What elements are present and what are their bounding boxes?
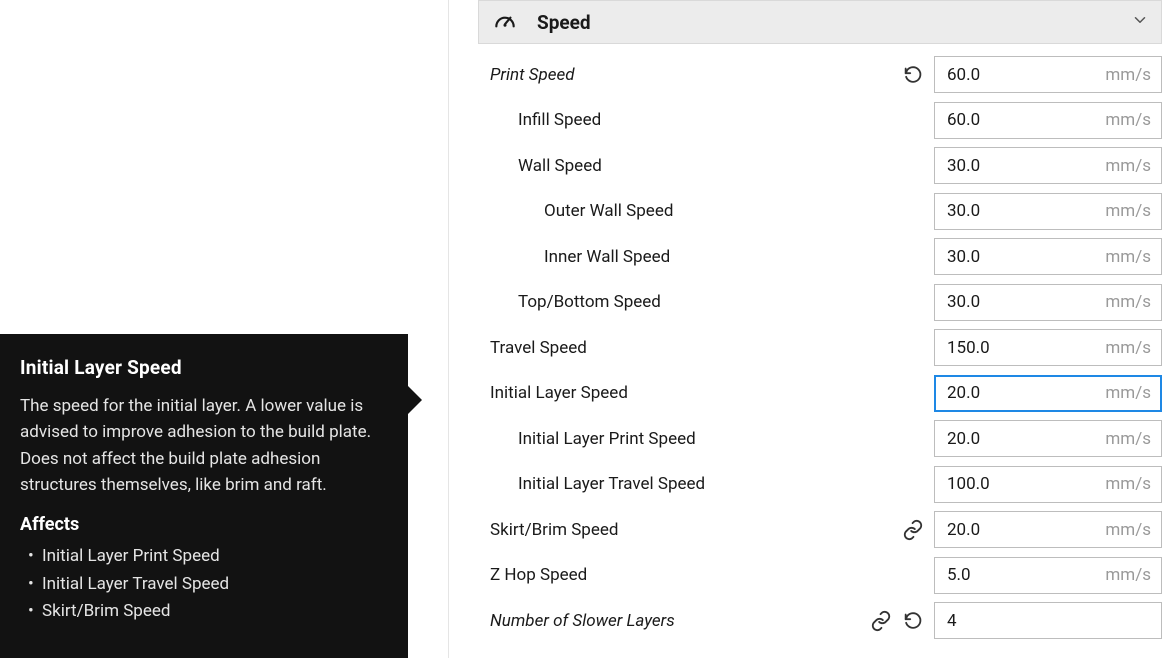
value-input[interactable]: 5.0 mm/s — [934, 557, 1162, 594]
row-skirt-brim-speed: Skirt/Brim Speed 20.0 mm/s — [478, 507, 1162, 553]
input-unit: mm/s — [1105, 383, 1151, 403]
row-travel-speed: Travel Speed 150.0 mm/s — [478, 325, 1162, 371]
tooltip-affects-list: Initial Layer Print Speed Initial Layer … — [20, 543, 388, 625]
setting-label: Outer Wall Speed — [544, 201, 673, 221]
setting-label: Initial Layer Print Speed — [518, 429, 696, 449]
row-initial-print-speed: Initial Layer Print Speed 20.0 mm/s — [478, 416, 1162, 462]
input-value: 150.0 — [947, 338, 990, 358]
value-input[interactable]: 30.0 mm/s — [934, 238, 1162, 275]
setting-label: Inner Wall Speed — [544, 247, 670, 267]
input-value: 4 — [947, 611, 957, 631]
value-input[interactable]: 100.0 mm/s — [934, 466, 1162, 503]
row-initial-travel-speed: Initial Layer Travel Speed 100.0 mm/s — [478, 462, 1162, 508]
setting-tooltip: Initial Layer Speed The speed for the in… — [0, 334, 408, 658]
reset-icon[interactable] — [902, 610, 924, 632]
value-input[interactable]: 20.0 mm/s — [934, 420, 1162, 457]
input-value: 30.0 — [947, 156, 980, 176]
value-input[interactable]: 30.0 mm/s — [934, 193, 1162, 230]
settings-panel: Speed Print Speed 60.0 mm/s Infill Speed… — [478, 0, 1162, 644]
setting-label: Print Speed — [490, 65, 575, 85]
link-icon[interactable] — [902, 519, 924, 541]
value-input[interactable]: 150.0 mm/s — [934, 329, 1162, 366]
setting-label: Skirt/Brim Speed — [490, 520, 618, 540]
input-unit: mm/s — [1105, 520, 1151, 540]
value-input[interactable]: 30.0 mm/s — [934, 284, 1162, 321]
setting-label: Wall Speed — [518, 156, 602, 176]
row-top-bottom-speed: Top/Bottom Speed 30.0 mm/s — [478, 280, 1162, 326]
setting-label: Initial Layer Speed — [490, 383, 628, 403]
input-value: 20.0 — [947, 520, 980, 540]
setting-label: Infill Speed — [518, 110, 601, 130]
setting-label: Z Hop Speed — [490, 565, 587, 585]
row-wall-speed: Wall Speed 30.0 mm/s — [478, 143, 1162, 189]
value-input[interactable]: 30.0 mm/s — [934, 147, 1162, 184]
chevron-down-icon — [1131, 11, 1149, 34]
input-value: 30.0 — [947, 201, 980, 221]
input-unit: mm/s — [1105, 565, 1151, 585]
value-input[interactable]: 20.0 mm/s — [934, 511, 1162, 548]
tooltip-affects-item: Initial Layer Print Speed — [20, 543, 388, 570]
tooltip-title: Initial Layer Speed — [20, 356, 388, 379]
input-unit: mm/s — [1105, 292, 1151, 312]
row-outer-wall-speed: Outer Wall Speed 30.0 mm/s — [478, 189, 1162, 235]
row-z-hop-speed: Z Hop Speed 5.0 mm/s — [478, 553, 1162, 599]
input-value: 60.0 — [947, 110, 980, 130]
row-infill-speed: Infill Speed 60.0 mm/s — [478, 98, 1162, 144]
value-input[interactable]: 4 — [934, 602, 1162, 639]
tooltip-affects-item: Skirt/Brim Speed — [20, 598, 388, 625]
reset-icon[interactable] — [902, 64, 924, 86]
setting-label: Initial Layer Travel Speed — [518, 474, 705, 494]
input-unit: mm/s — [1105, 65, 1151, 85]
input-unit: mm/s — [1105, 247, 1151, 267]
settings-rows: Print Speed 60.0 mm/s Infill Speed 60.0 … — [478, 52, 1162, 644]
section-header-speed[interactable]: Speed — [478, 0, 1162, 44]
input-value: 30.0 — [947, 292, 980, 312]
row-initial-layer-speed: Initial Layer Speed 20.0 mm/s — [478, 371, 1162, 417]
value-input[interactable]: 20.0 mm/s — [934, 375, 1162, 412]
input-value: 20.0 — [947, 383, 980, 403]
input-value: 30.0 — [947, 247, 980, 267]
setting-label: Top/Bottom Speed — [518, 292, 661, 312]
setting-label: Number of Slower Layers — [490, 611, 675, 631]
tooltip-affects-heading: Affects — [20, 514, 388, 535]
input-unit: mm/s — [1105, 156, 1151, 176]
input-value: 20.0 — [947, 429, 980, 449]
value-input[interactable]: 60.0 mm/s — [934, 102, 1162, 139]
input-unit: mm/s — [1105, 429, 1151, 449]
tooltip-arrow — [406, 384, 422, 416]
setting-label: Travel Speed — [490, 338, 587, 358]
tooltip-description: The speed for the initial layer. A lower… — [20, 393, 388, 498]
input-unit: mm/s — [1105, 201, 1151, 221]
input-value: 5.0 — [947, 565, 971, 585]
input-unit: mm/s — [1105, 110, 1151, 130]
row-inner-wall-speed: Inner Wall Speed 30.0 mm/s — [478, 234, 1162, 280]
input-value: 60.0 — [947, 65, 980, 85]
input-value: 100.0 — [947, 474, 990, 494]
section-title: Speed — [537, 11, 1131, 34]
speedometer-icon — [491, 9, 519, 35]
link-icon[interactable] — [870, 610, 892, 632]
value-input[interactable]: 60.0 mm/s — [934, 56, 1162, 93]
row-slower-layers: Number of Slower Layers 4 — [478, 598, 1162, 644]
tooltip-affects-item: Initial Layer Travel Speed — [20, 571, 388, 598]
divider — [448, 0, 449, 658]
input-unit: mm/s — [1105, 338, 1151, 358]
input-unit: mm/s — [1105, 474, 1151, 494]
row-print-speed: Print Speed 60.0 mm/s — [478, 52, 1162, 98]
